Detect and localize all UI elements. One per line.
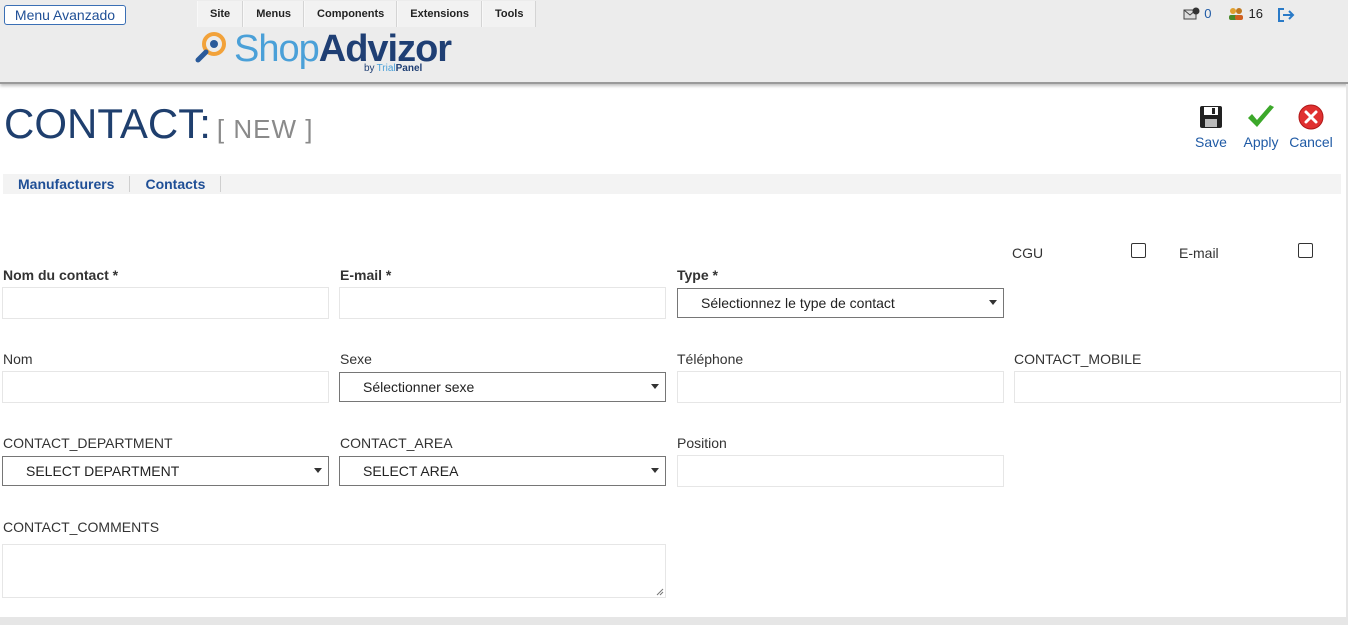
resize-grip-icon[interactable]	[656, 588, 664, 596]
status-area: 0 16	[1183, 6, 1298, 22]
email-label: E-mail *	[340, 267, 392, 283]
area-label: CONTACT_AREA	[340, 435, 453, 451]
page-title: CONTACT:[ NEW ]	[4, 100, 313, 148]
subnav-contacts[interactable]: Contacts	[130, 176, 222, 192]
type-label: Type *	[677, 267, 718, 283]
logo-shop: Shop	[234, 28, 320, 70]
sexe-select-value: Sélectionner sexe	[363, 379, 475, 395]
save-button[interactable]: Save	[1186, 104, 1236, 150]
subnav-manufacturers[interactable]: Manufacturers	[3, 176, 131, 192]
type-select-value: Sélectionnez le type de contact	[701, 295, 895, 311]
page-title-sub: [ NEW ]	[216, 114, 314, 144]
apply-label: Apply	[1243, 134, 1279, 150]
cgu-label: CGU	[1012, 245, 1044, 261]
email-checkbox[interactable]	[1298, 243, 1313, 258]
save-label: Save	[1195, 134, 1227, 150]
nom-contact-label: Nom du contact *	[3, 267, 119, 283]
cancel-label: Cancel	[1289, 134, 1333, 150]
area-select-value: SELECT AREA	[363, 463, 459, 479]
menu-avanzado-button[interactable]: Menu Avanzado	[4, 5, 126, 25]
dropdown-arrow-icon	[314, 468, 322, 473]
logo-trial: Trial	[376, 63, 396, 74]
menu-components[interactable]: Components	[304, 1, 398, 27]
nom-contact-input[interactable]	[2, 287, 329, 319]
department-label: CONTACT_DEPARTMENT	[3, 435, 173, 451]
floppy-disk-icon	[1200, 106, 1222, 128]
mobile-input[interactable]	[1014, 371, 1341, 403]
menu-tools[interactable]: Tools	[481, 1, 537, 27]
comments-textarea[interactable]	[2, 544, 666, 598]
type-select[interactable]: Sélectionnez le type de contact	[677, 288, 1004, 318]
cgu-checkbox[interactable]	[1131, 243, 1146, 258]
sexe-select[interactable]: Sélectionner sexe	[339, 372, 666, 402]
menu-site[interactable]: Site	[197, 1, 244, 27]
dropdown-arrow-icon	[651, 468, 659, 473]
position-input[interactable]	[677, 455, 1004, 487]
area-select[interactable]: SELECT AREA	[339, 456, 666, 486]
logo-magnifier-icon	[195, 32, 226, 63]
telephone-label: Téléphone	[677, 351, 744, 367]
cancel-button[interactable]: Cancel	[1286, 104, 1336, 150]
department-select-value: SELECT DEPARTMENT	[26, 463, 180, 479]
logo-by: by	[364, 63, 375, 74]
users-icon[interactable]	[1228, 7, 1246, 21]
sub-navigation: Manufacturers Contacts	[3, 174, 1341, 194]
menu-menus[interactable]: Menus	[243, 1, 305, 27]
nom-label: Nom	[3, 351, 33, 367]
sexe-label: Sexe	[340, 351, 372, 367]
email-input[interactable]	[339, 287, 666, 319]
dropdown-arrow-icon	[651, 384, 659, 389]
messages-count[interactable]: 0	[1204, 6, 1211, 21]
mobile-label: CONTACT_MOBILE	[1014, 351, 1142, 367]
menu-extensions[interactable]: Extensions	[397, 1, 482, 27]
logo-panel: Panel	[395, 63, 423, 74]
main-menu: Site Menus Components Extensions Tools	[197, 1, 537, 27]
checkmark-icon	[1248, 105, 1274, 127]
page-title-main: CONTACT:	[4, 100, 211, 147]
apply-button[interactable]: Apply	[1236, 104, 1286, 150]
users-count[interactable]: 16	[1249, 6, 1263, 21]
top-header: Menu Avanzado Site Menus Components Exte…	[0, 0, 1348, 84]
department-select[interactable]: SELECT DEPARTMENT	[2, 456, 329, 486]
dropdown-arrow-icon	[989, 300, 997, 305]
email-checkbox-label: E-mail	[1179, 245, 1219, 261]
logout-icon[interactable]	[1277, 7, 1295, 22]
nom-input[interactable]	[2, 371, 329, 403]
bottom-bar	[0, 617, 1348, 625]
toolbar: Save Apply Cancel	[1186, 104, 1336, 150]
telephone-input[interactable]	[677, 371, 1004, 403]
position-label: Position	[677, 435, 727, 451]
cancel-icon	[1298, 104, 1324, 130]
comments-label: CONTACT_COMMENTS	[3, 519, 160, 535]
logo-byline: by TrialPanel	[364, 63, 422, 74]
messages-icon[interactable]	[1183, 7, 1201, 21]
